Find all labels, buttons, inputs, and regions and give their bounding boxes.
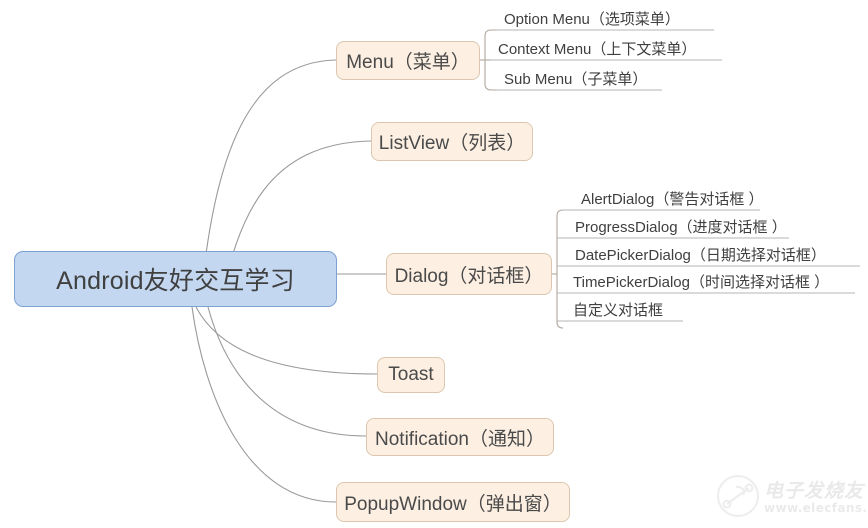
elecfans-logo-icon [717, 475, 759, 517]
watermark: 电子发烧友 www.elecfans.com [714, 468, 868, 526]
leaf-item-option-menu[interactable]: Option Menu（选项菜单） [504, 8, 680, 30]
leaf-item-progressdialog[interactable]: ProgressDialog（进度对话框 ） [575, 216, 787, 238]
leaf-label: Sub Menu（子菜单） [504, 71, 648, 88]
branch-node-notification[interactable]: Notification（通知） [366, 418, 554, 456]
leaf-label: ProgressDialog（进度对话框 ） [575, 219, 787, 236]
leaf-item-context-menu[interactable]: Context Menu（上下文菜单） [498, 38, 696, 60]
leaf-label: 自定义对话框 [573, 302, 664, 319]
leaf-label: Context Menu（上下文菜单） [498, 41, 697, 58]
leaf-label: DatePickerDialog（日期选择对话框） [575, 247, 826, 264]
leaf-item-alertdialog[interactable]: AlertDialog（警告对话框 ） [581, 188, 764, 210]
branch-node-dialog[interactable]: Dialog（对话框） [386, 253, 552, 295]
branch-node-popupwindow[interactable]: PopupWindow（弹出窗） [336, 482, 570, 522]
branch-node-toast[interactable]: Toast [377, 357, 445, 393]
branch-label-menu: Menu（菜单） [346, 52, 470, 73]
leaf-item-timepickerdialog[interactable]: TimePickerDialog（时间选择对话框 ） [573, 271, 829, 293]
leaf-item-sub-menu[interactable]: Sub Menu（子菜单） [504, 68, 647, 90]
branch-node-listview[interactable]: ListView（列表） [371, 122, 533, 161]
branch-label-dialog: Dialog（对话框） [394, 265, 544, 287]
leaf-item-datepickerdialog[interactable]: DatePickerDialog（日期选择对话框） [575, 244, 826, 266]
mindmap-canvas: Android友好交互学习 Menu（菜单） Option Menu（选项菜单）… [0, 0, 868, 528]
branch-label-toast: Toast [388, 364, 434, 385]
watermark-brand: 电子发烧友 [764, 480, 865, 502]
leaf-label: AlertDialog（警告对话框 ） [581, 191, 764, 208]
leaf-label: TimePickerDialog（时间选择对话框 ） [573, 274, 830, 291]
branch-label-notification: Notification（通知） [375, 428, 545, 450]
leaf-label: Option Menu（选项菜单） [504, 11, 680, 28]
mindmap-root-node[interactable]: Android友好交互学习 [14, 251, 337, 307]
branch-label-popupwindow: PopupWindow（弹出窗） [344, 493, 562, 515]
leaf-item-custom-dialog[interactable]: 自定义对话框 [573, 299, 663, 321]
branch-label-listview: ListView（列表） [378, 133, 526, 154]
branch-node-menu[interactable]: Menu（菜单） [336, 41, 480, 80]
root-label: Android友好交互学习 [56, 267, 295, 295]
watermark-url: www.elecfans.com [764, 501, 868, 515]
